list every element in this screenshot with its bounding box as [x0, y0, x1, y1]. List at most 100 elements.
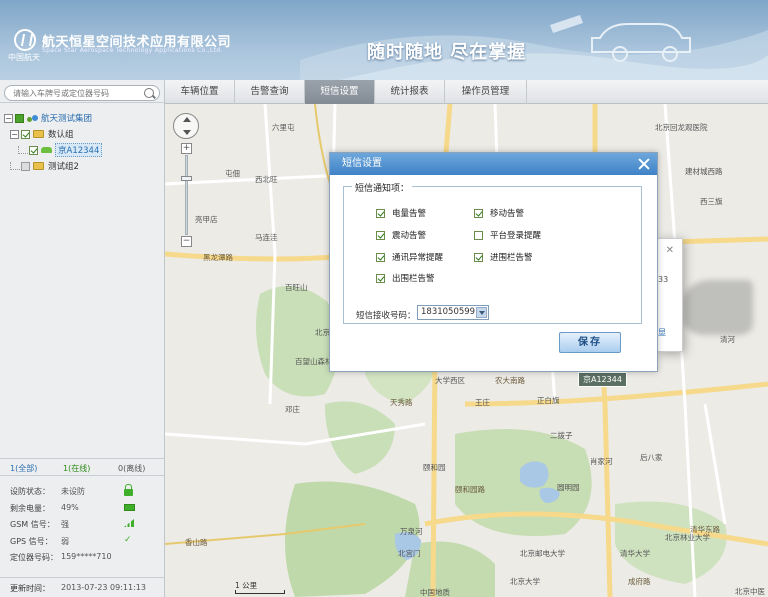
info-key: GPS 信号： [10, 536, 53, 546]
checkbox[interactable] [474, 252, 483, 262]
zoom-slider-track[interactable] [185, 155, 188, 235]
checkbox[interactable] [376, 252, 385, 262]
left-panel: − 航天测试集团 − 数认组 京A12344 测试组2 1(全部) 1(在线) … [0, 80, 165, 597]
slogan: 随时随地 尽在掌握 [367, 42, 527, 63]
popup-shadow [683, 280, 753, 335]
checkbox[interactable] [474, 208, 483, 218]
map-pan-control[interactable] [173, 113, 199, 139]
option-fence-enter[interactable]: 进围栏告警 [474, 251, 533, 263]
notification-options: 短信通知项： 电量告警 移动告警 震动告警 平台登录提醒 通讯异常提醒 进围栏告… [343, 181, 642, 324]
map-label: 后八家 [640, 453, 663, 462]
vehicle-marker[interactable]: 京A12344 [578, 372, 627, 387]
folder-icon [33, 162, 44, 170]
company-name-en: Space Star Aerospace Technology Applicat… [42, 47, 223, 54]
checkbox[interactable] [474, 230, 483, 240]
road-label: 天秀路 [390, 398, 413, 407]
organization-icon [27, 114, 38, 123]
zoom-out-button[interactable]: − [181, 236, 192, 247]
checkbox[interactable] [376, 230, 385, 240]
popup-text: 33 [658, 275, 669, 284]
map-label: 西三旗 [700, 197, 723, 206]
close-icon[interactable] [637, 157, 651, 171]
option-move-alarm[interactable]: 移动告警 [474, 207, 524, 219]
map-label: 清河 [720, 335, 735, 344]
checkbox[interactable] [376, 208, 385, 218]
search-box[interactable] [4, 85, 160, 101]
tab-vehicle-position[interactable]: 车辆位置 [165, 80, 235, 104]
popup-link[interactable]: 显 [658, 327, 666, 338]
tree-connector [10, 162, 20, 170]
popup-close-icon[interactable]: ✕ [666, 245, 674, 256]
info-value: 49% [61, 502, 79, 512]
checkbox-vehicle[interactable] [29, 145, 38, 155]
stat-online[interactable]: 1(在线) [63, 463, 90, 474]
update-time-row: 更新时间： 2013-07-23 09:11:13 [0, 577, 164, 597]
update-value: 2013-07-23 09:11:13 [61, 583, 146, 592]
map-label: 二拨子 [550, 431, 573, 440]
option-login-reminder[interactable]: 平台登录提醒 [474, 229, 541, 241]
info-value: 未设防 [61, 487, 85, 496]
map-scale-bar [235, 590, 285, 594]
tab-operator-management[interactable]: 操作员管理 [445, 80, 527, 104]
map-label: 大学西区 [435, 376, 465, 385]
tree-group-2[interactable]: 测试组2 [4, 158, 162, 174]
option-vibration-alarm[interactable]: 震动告警 [376, 229, 426, 241]
map-label: 颐和园 [423, 463, 446, 472]
option-label: 震动告警 [392, 231, 427, 241]
tree-group-1[interactable]: − 数认组 [4, 126, 162, 142]
info-value: 弱 [61, 536, 69, 546]
info-row-device: 定位器号码： 159*****710 [0, 548, 164, 565]
map-label: 北京中医 [735, 587, 765, 596]
logo-icon [14, 29, 36, 51]
map-label: 万泉河 [400, 527, 423, 536]
collapse-icon[interactable]: − [4, 113, 13, 123]
tree-root-label[interactable]: 航天测试集团 [41, 112, 92, 124]
folder-icon [33, 130, 44, 138]
info-row-defense: 设防状态： 未设防 [0, 482, 164, 499]
map-label: 北京大学 [510, 577, 540, 586]
main-tabs: 车辆位置 告警查询 短信设置 统计报表 操作员管理 [165, 80, 768, 104]
vehicle-tree: − 航天测试集团 − 数认组 京A12344 测试组2 [4, 110, 162, 174]
checkbox-root[interactable] [15, 113, 24, 123]
chevron-down-icon[interactable] [476, 307, 487, 318]
map-label: 百旺山 [285, 283, 308, 292]
tab-sms-settings[interactable]: 短信设置 [305, 80, 375, 104]
option-comm-error[interactable]: 通讯异常提醒 [376, 251, 443, 263]
vehicle-info-popup: ✕ 33 显 [656, 238, 683, 352]
option-battery-alarm[interactable]: 电量告警 [376, 207, 426, 219]
info-row-gsm: GSM 信号： 强 [0, 515, 164, 532]
tab-alarm-query[interactable]: 告警查询 [235, 80, 305, 104]
option-label: 进围栏告警 [490, 253, 533, 263]
vehicle-info: 设防状态： 未设防 剩余电量： 49% GSM 信号： 强 GPS 信号： 弱 … [0, 482, 164, 565]
tab-reports[interactable]: 统计报表 [375, 80, 445, 104]
info-value: 强 [61, 520, 69, 529]
tree-vehicle[interactable]: 京A12344 [4, 142, 162, 158]
collapse-icon[interactable]: − [10, 129, 19, 139]
tree-group-1-label[interactable]: 数认组 [48, 128, 74, 140]
checkbox-group-2[interactable] [21, 161, 30, 171]
map-label: 正白旗 [537, 396, 560, 405]
option-label: 电量告警 [392, 209, 427, 219]
stat-all[interactable]: 1(全部) [10, 463, 37, 474]
option-fence-exit[interactable]: 出围栏告警 [376, 272, 435, 284]
road-label: 成府路 [628, 577, 651, 586]
save-button[interactable]: 保存 [559, 332, 621, 353]
zoom-slider-thumb[interactable] [181, 176, 192, 181]
checkbox-group-1[interactable] [21, 129, 30, 139]
zoom-in-button[interactable]: + [181, 143, 192, 154]
road-label: 颐和园路 [455, 485, 485, 494]
tree-vehicle-label[interactable]: 京A12344 [55, 143, 103, 157]
dialog-title: 短信设置 [342, 158, 382, 169]
checkbox[interactable] [376, 273, 385, 283]
tree-root[interactable]: − 航天测试集团 [4, 110, 162, 126]
app-header: 中国航天 航天恒星空间技术应用有限公司 Space Star Aerospace… [0, 0, 768, 80]
option-label: 移动告警 [490, 209, 525, 219]
phone-value: 18310505991 [421, 307, 481, 317]
search-icon[interactable] [144, 88, 154, 98]
tree-group-2-label[interactable]: 测试组2 [48, 160, 79, 172]
info-key: GSM 信号： [10, 520, 55, 529]
search-input[interactable] [13, 86, 135, 100]
map-label: 屯佃 [225, 169, 240, 178]
stat-offline[interactable]: 0(离线) [118, 463, 145, 474]
phone-select[interactable]: 18310505991 [417, 305, 489, 320]
